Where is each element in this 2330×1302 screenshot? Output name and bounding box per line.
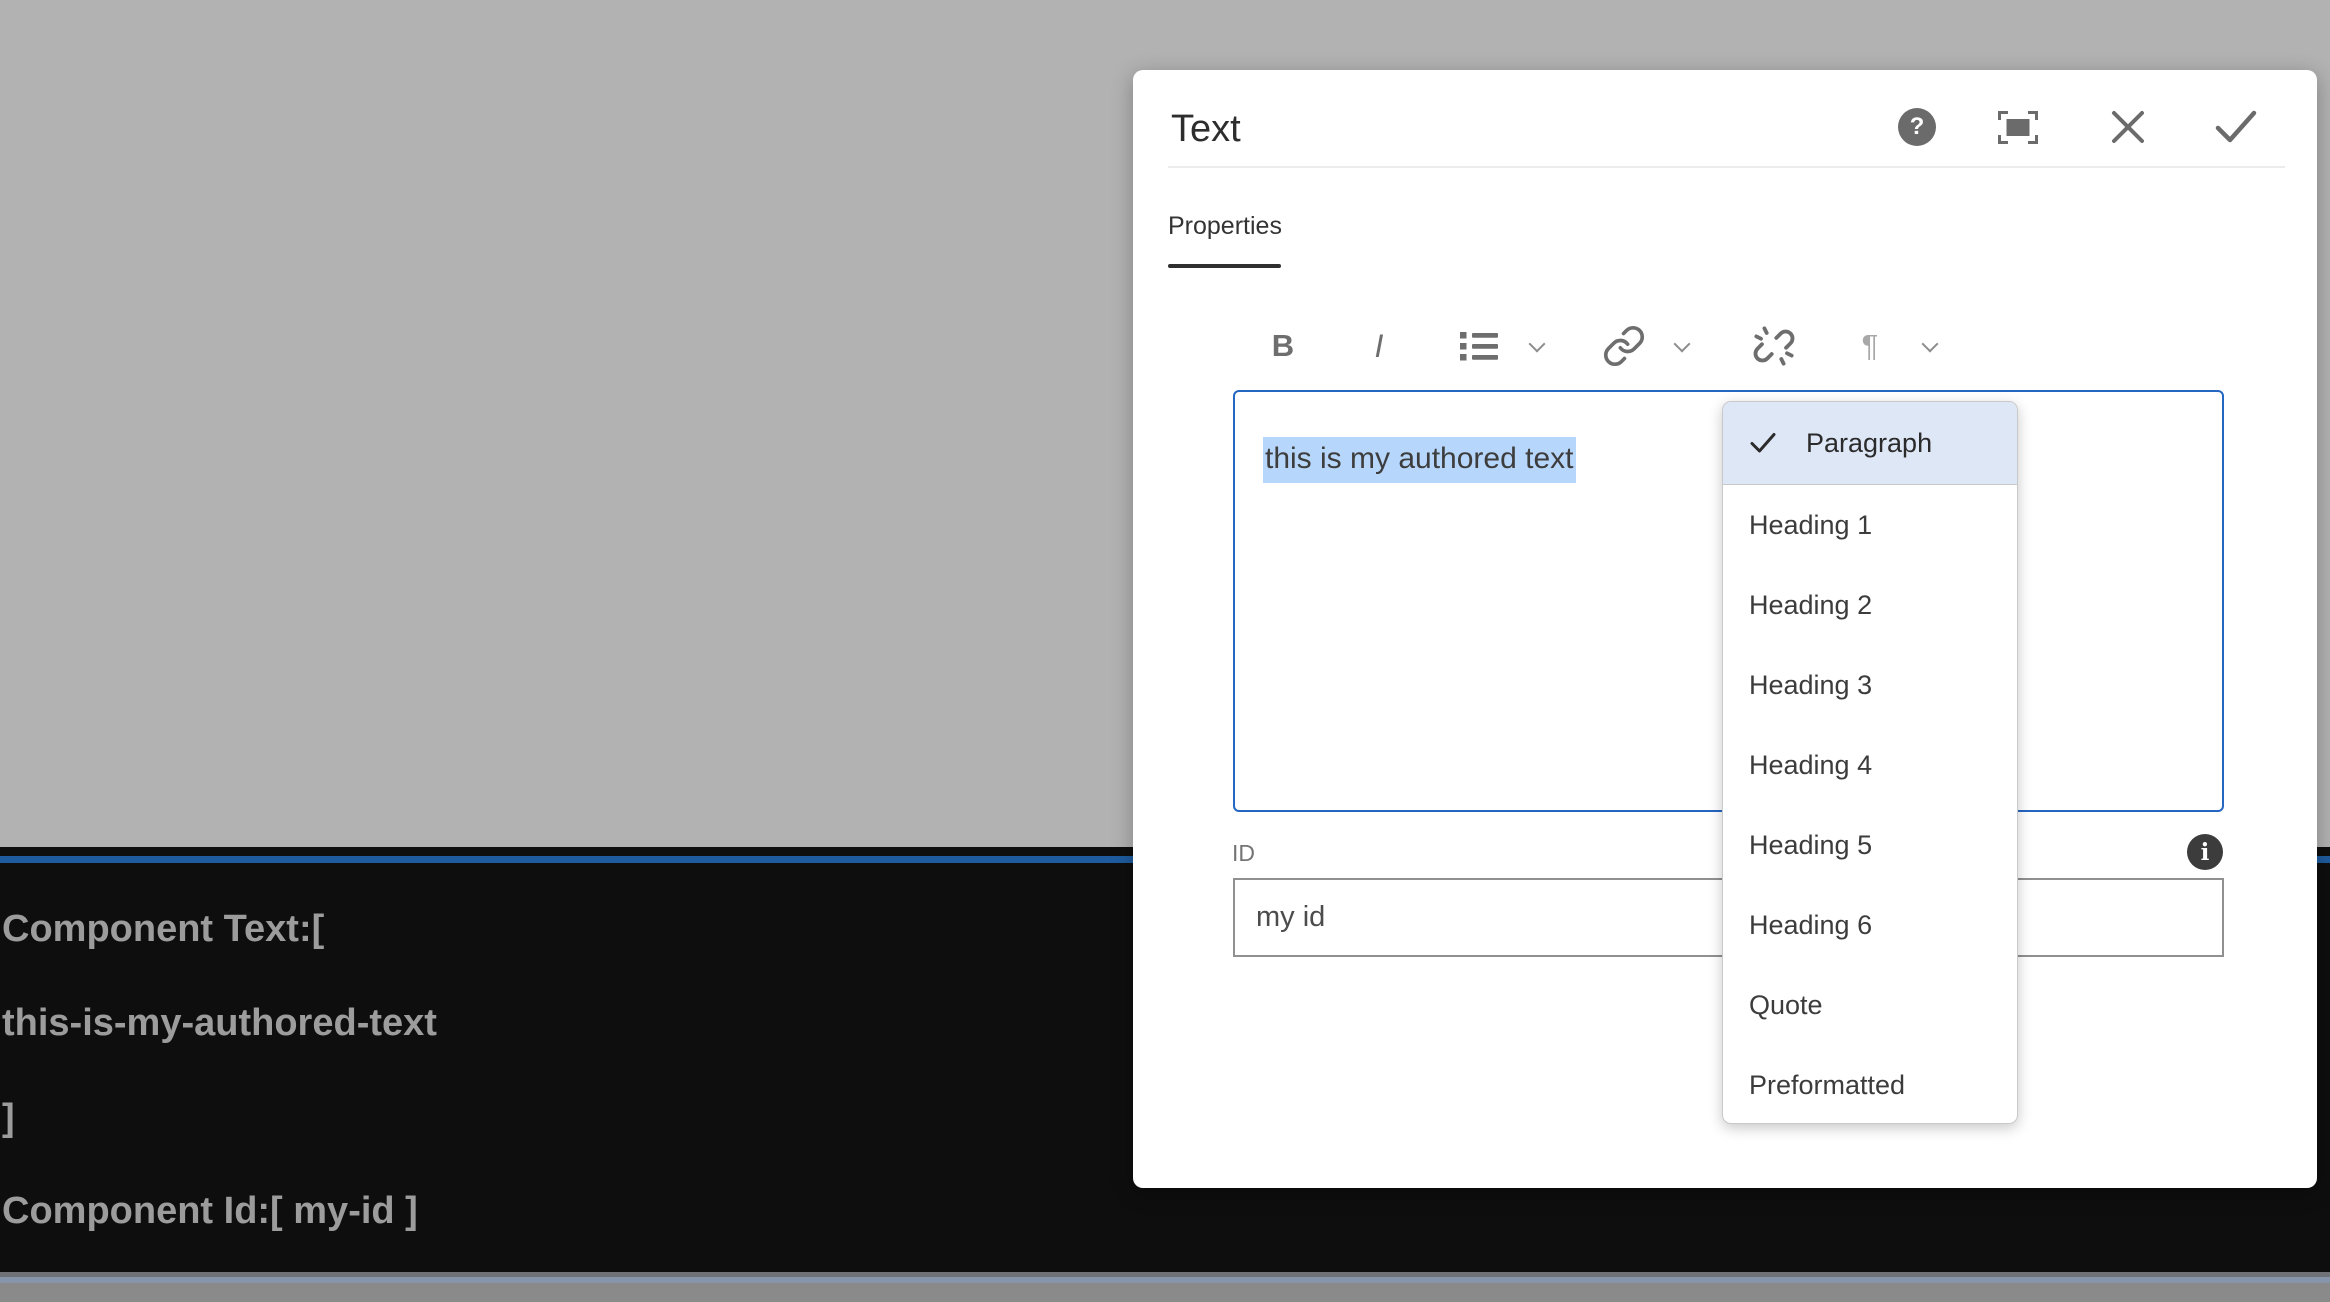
help-icon: ? — [1898, 108, 1936, 146]
selected-check-icon — [1750, 432, 1776, 454]
format-option-preformatted[interactable]: Preformatted — [1723, 1045, 2017, 1125]
unlink-icon — [1751, 323, 1797, 369]
bold-button[interactable]: B — [1255, 318, 1311, 374]
chevron-down-icon — [1529, 335, 1546, 352]
format-option-heading-3[interactable]: Heading 3 — [1723, 645, 2017, 725]
format-option-heading-6[interactable]: Heading 6 — [1723, 885, 2017, 965]
fullscreen-button[interactable] — [1997, 106, 2039, 148]
editor-text-line: this is my authored text — [1263, 440, 1576, 478]
check-icon — [2215, 110, 2257, 144]
unlink-button[interactable] — [1746, 318, 1802, 374]
link-button[interactable] — [1596, 318, 1652, 374]
bullet-list-dropdown-button[interactable] — [1523, 318, 1551, 374]
screen: Component Text:[ this-is-my-authored-tex… — [0, 0, 2330, 1302]
id-field-label: ID — [1232, 840, 1255, 867]
bullet-list-icon — [1460, 331, 1498, 361]
format-option-label: Paragraph — [1806, 428, 1932, 459]
title-divider — [1168, 166, 2285, 168]
paragraph-format-dropdown-button[interactable] — [1916, 318, 1944, 374]
id-input-value: my id — [1256, 901, 1325, 934]
bullet-list-button[interactable] — [1451, 318, 1507, 374]
tab-active-underline — [1168, 264, 1281, 268]
format-option-paragraph[interactable]: Paragraph — [1723, 402, 2017, 485]
dialog-title: Text — [1171, 106, 1241, 152]
link-icon — [1602, 324, 1646, 368]
paragraph-format-button[interactable]: ¶ — [1842, 318, 1898, 374]
tab-properties[interactable]: Properties — [1168, 212, 1282, 241]
info-icon[interactable]: i — [2187, 834, 2223, 870]
component-text-label: Component Text:[ — [2, 908, 324, 950]
cancel-button[interactable] — [2107, 106, 2149, 148]
chevron-down-icon — [1922, 335, 1939, 352]
chevron-down-icon — [1674, 335, 1691, 352]
text-component-dialog: Text ? Properties B I — [1133, 70, 2317, 1188]
format-option-heading-1[interactable]: Heading 1 — [1723, 485, 2017, 565]
component-text-bracket: ] — [2, 1097, 15, 1139]
format-option-quote[interactable]: Quote — [1723, 965, 2017, 1045]
format-option-heading-2[interactable]: Heading 2 — [1723, 565, 2017, 645]
page-bottom-bar — [0, 1283, 2330, 1302]
format-dropdown-menu: Paragraph Heading 1 Heading 2 Heading 3 … — [1722, 401, 2018, 1124]
help-button[interactable]: ? — [1896, 106, 1938, 148]
format-option-heading-5[interactable]: Heading 5 — [1723, 805, 2017, 885]
format-option-heading-4[interactable]: Heading 4 — [1723, 725, 2017, 805]
link-dropdown-button[interactable] — [1668, 318, 1696, 374]
italic-button[interactable]: I — [1351, 318, 1407, 374]
fullscreen-icon — [1998, 111, 2038, 144]
component-id-line: Component Id:[ my-id ] — [2, 1190, 418, 1232]
close-icon — [2110, 109, 2146, 145]
selected-text: this is my authored text — [1263, 437, 1576, 483]
component-text-value: this-is-my-authored-text — [2, 1002, 437, 1044]
confirm-button[interactable] — [2215, 106, 2257, 148]
